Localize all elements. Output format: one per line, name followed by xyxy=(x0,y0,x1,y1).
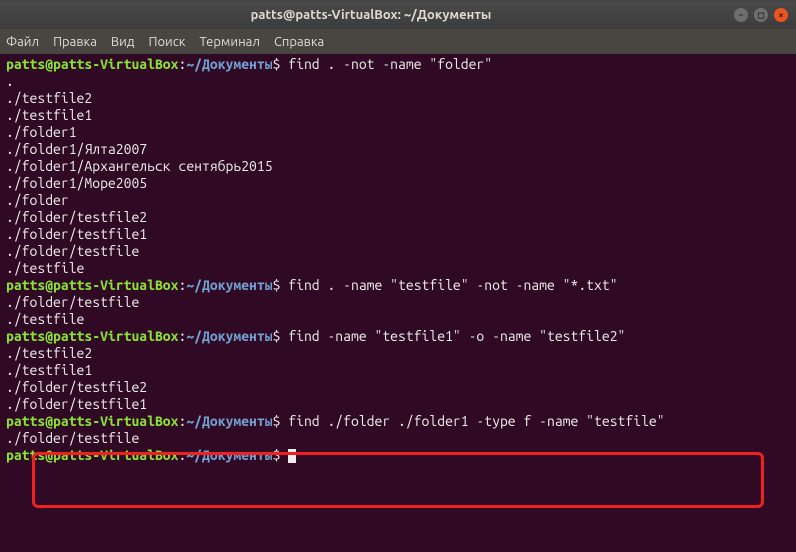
window-title: patts@patts-VirtualBox: ~/Документы xyxy=(8,8,734,22)
prompt-line: patts@patts-VirtualBox:~/Документы$ find… xyxy=(6,277,790,294)
prompt-line: patts@patts-VirtualBox:~/Документы$ find… xyxy=(6,56,790,73)
prompt-line: patts@patts-VirtualBox:~/Документы$ xyxy=(6,447,790,464)
titlebar: patts@patts-VirtualBox: ~/Документы – ◻ … xyxy=(0,1,796,29)
output-line: ./folder/testfile2 xyxy=(6,209,790,226)
output-line: ./folder/testfile xyxy=(6,243,790,260)
prompt-line: patts@patts-VirtualBox:~/Документы$ find… xyxy=(6,328,790,345)
output-line: ./folder1/Море2005 xyxy=(6,175,790,192)
menu-file[interactable]: Файл xyxy=(6,35,39,49)
output-line: ./testfile xyxy=(6,260,790,277)
output-line: ./testfile xyxy=(6,311,790,328)
terminal-output[interactable]: patts@patts-VirtualBox:~/Документы$ find… xyxy=(0,54,796,552)
menu-view[interactable]: Вид xyxy=(111,35,135,49)
command-text: find . -name "testfile" -not -name "*.tx… xyxy=(288,277,617,293)
output-line: ./testfile2 xyxy=(6,90,790,107)
output-line: ./testfile1 xyxy=(6,107,790,124)
menu-help[interactable]: Справка xyxy=(274,35,324,49)
output-line: ./folder/testfile xyxy=(6,430,790,447)
prompt-line: patts@patts-VirtualBox:~/Документы$ find… xyxy=(6,413,790,430)
terminal-window: patts@patts-VirtualBox: ~/Документы – ◻ … xyxy=(0,0,796,552)
output-line: ./folder/testfile1 xyxy=(6,226,790,243)
output-line: ./folder/testfile1 xyxy=(6,396,790,413)
output-line: . xyxy=(6,73,790,90)
output-line: ./folder/testfile2 xyxy=(6,379,790,396)
output-line: ./folder1/Архангельск сентябрь2015 xyxy=(6,158,790,175)
close-button[interactable]: × xyxy=(774,8,788,22)
command-text: find ./folder ./folder1 -type f -name "t… xyxy=(288,413,664,429)
menu-edit[interactable]: Правка xyxy=(53,35,97,49)
menu-terminal[interactable]: Терминал xyxy=(199,35,259,49)
window-controls: – ◻ × xyxy=(734,8,788,22)
output-line: ./folder/testfile xyxy=(6,294,790,311)
menubar: Файл Правка Вид Поиск Терминал Справка xyxy=(0,29,796,54)
menu-search[interactable]: Поиск xyxy=(148,35,185,49)
command-text: find . -not -name "folder" xyxy=(288,56,492,72)
command-text: find -name "testfile1" -o -name "testfil… xyxy=(288,328,625,344)
minimize-button[interactable]: – xyxy=(734,8,748,22)
output-line: ./testfile2 xyxy=(6,345,790,362)
cursor xyxy=(288,449,296,463)
output-line: ./folder1 xyxy=(6,124,790,141)
output-line: ./folder1/Ялта2007 xyxy=(6,141,790,158)
maximize-button[interactable]: ◻ xyxy=(754,8,768,22)
output-line: ./folder xyxy=(6,192,790,209)
output-line: ./testfile1 xyxy=(6,362,790,379)
